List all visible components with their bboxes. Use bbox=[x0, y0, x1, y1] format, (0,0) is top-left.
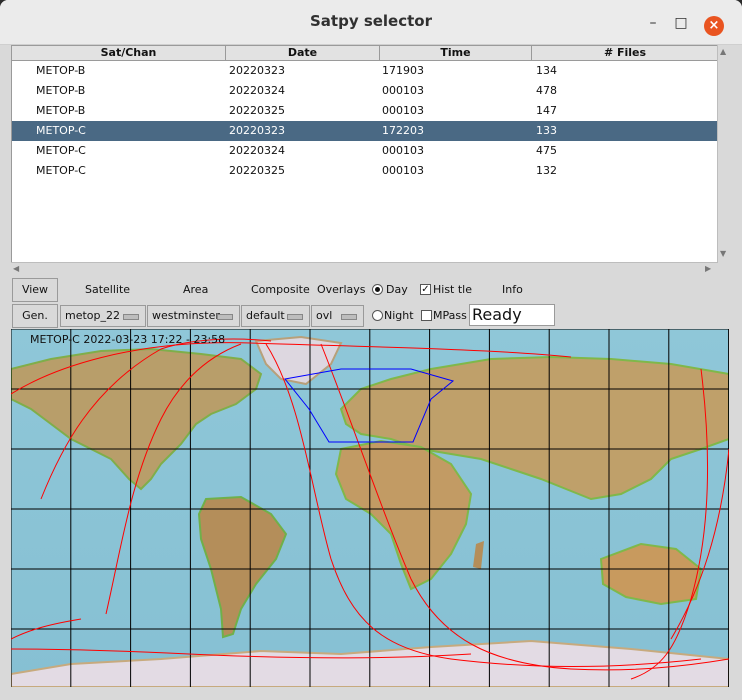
satellite-label: Satellite bbox=[85, 283, 131, 296]
table-cell: 20220324 bbox=[229, 84, 285, 97]
night-label: Night bbox=[384, 309, 414, 322]
table-cell: 171903 bbox=[382, 64, 424, 77]
table-cell: 20220325 bbox=[229, 104, 285, 117]
column-header-date[interactable]: Date bbox=[226, 46, 380, 60]
table-cell: 000103 bbox=[382, 104, 424, 117]
mpass-label: MPass bbox=[433, 309, 467, 322]
app-window: Satpy selector – □ × Sat/Chan Date Time … bbox=[0, 0, 742, 700]
overlays-value: ovl bbox=[316, 309, 333, 322]
day-radio[interactable] bbox=[372, 284, 383, 295]
dropdown-indicator-icon bbox=[217, 314, 233, 320]
hist-label: Hist tle bbox=[433, 283, 473, 296]
overlays-dropdown[interactable]: ovl bbox=[311, 305, 364, 327]
table-row[interactable]: METOP-C 20220325 000103 132 bbox=[12, 161, 718, 181]
map-canvas bbox=[11, 329, 729, 687]
table-row[interactable]: METOP-C 20220323 172203 133 bbox=[12, 121, 718, 141]
info-label: Info bbox=[502, 283, 523, 296]
hist-checkbox[interactable]: ✓ bbox=[420, 284, 431, 295]
table-cell: METOP-C bbox=[36, 164, 86, 177]
table-header: Sat/Chan Date Time # Files bbox=[12, 46, 718, 61]
dropdown-indicator-icon bbox=[341, 314, 357, 320]
night-radio[interactable] bbox=[372, 310, 383, 321]
column-header-files[interactable]: # Files bbox=[532, 46, 718, 60]
satellite-dropdown[interactable]: metop_22 bbox=[60, 305, 146, 327]
checkmark-icon: ✓ bbox=[421, 284, 430, 295]
table-cell: 20220325 bbox=[229, 164, 285, 177]
table-cell: 20220323 bbox=[229, 124, 285, 137]
composite-value: default bbox=[246, 309, 285, 322]
scroll-up-arrow-icon[interactable]: ▲ bbox=[720, 47, 726, 56]
scroll-right-arrow-icon[interactable]: ▶ bbox=[705, 264, 711, 273]
table-cell: METOP-B bbox=[36, 84, 86, 97]
composite-dropdown[interactable]: default bbox=[241, 305, 310, 327]
table-cell: METOP-B bbox=[36, 64, 86, 77]
table-cell: 172203 bbox=[382, 124, 424, 137]
table-cell: 478 bbox=[536, 84, 557, 97]
radio-selected-dot bbox=[375, 287, 380, 292]
table-cell: 147 bbox=[536, 104, 557, 117]
table-cell: 20220323 bbox=[229, 64, 285, 77]
composite-label: Composite bbox=[251, 283, 310, 296]
world-map[interactable] bbox=[11, 329, 729, 687]
window-title: Satpy selector bbox=[309, 12, 432, 30]
table-cell: 20220324 bbox=[229, 144, 285, 157]
dropdown-indicator-icon bbox=[287, 314, 303, 320]
table-cell: 475 bbox=[536, 144, 557, 157]
table-cell: METOP-C bbox=[36, 144, 86, 157]
table-cell: 000103 bbox=[382, 144, 424, 157]
area-dropdown[interactable]: westminster bbox=[147, 305, 240, 327]
file-table: Sat/Chan Date Time # Files METOP-B 202203… bbox=[11, 45, 719, 263]
table-horizontal-scrollbar[interactable]: ◀ ▶ bbox=[11, 262, 717, 275]
table-cell: METOP-B bbox=[36, 104, 86, 117]
map-caption: METOP-C 2022-03-23 17:22 - 23:58 bbox=[30, 333, 226, 346]
table-vertical-scrollbar[interactable]: ▲ ▼ bbox=[717, 45, 730, 263]
title-bar: Satpy selector – □ × bbox=[0, 0, 742, 45]
scroll-down-arrow-icon[interactable]: ▼ bbox=[720, 249, 726, 258]
dropdown-indicator-icon bbox=[123, 314, 139, 320]
day-label: Day bbox=[386, 283, 408, 296]
column-header-satchan[interactable]: Sat/Chan bbox=[32, 46, 226, 60]
table-cell: 000103 bbox=[382, 84, 424, 97]
column-header-time[interactable]: Time bbox=[380, 46, 532, 60]
maximize-button[interactable]: □ bbox=[672, 14, 690, 32]
overlays-label: Overlays bbox=[317, 283, 366, 296]
table-cell: 134 bbox=[536, 64, 557, 77]
table-row[interactable]: METOP-C 20220324 000103 475 bbox=[12, 141, 718, 161]
status-field: Ready bbox=[469, 304, 555, 326]
gen-button[interactable]: Gen. bbox=[12, 304, 58, 328]
area-label: Area bbox=[183, 283, 209, 296]
minimize-button[interactable]: – bbox=[644, 14, 662, 32]
table-cell: 133 bbox=[536, 124, 557, 137]
satellite-value: metop_22 bbox=[65, 309, 121, 322]
table-cell: 132 bbox=[536, 164, 557, 177]
area-value: westminster bbox=[152, 309, 220, 322]
mpass-checkbox[interactable] bbox=[421, 310, 432, 321]
table-row[interactable]: METOP-B 20220323 171903 134 bbox=[12, 61, 718, 81]
table-row[interactable]: METOP-B 20220324 000103 478 bbox=[12, 81, 718, 101]
scroll-left-arrow-icon[interactable]: ◀ bbox=[13, 264, 19, 273]
close-button[interactable]: × bbox=[704, 16, 724, 36]
table-cell: METOP-C bbox=[36, 124, 86, 137]
view-button[interactable]: View bbox=[12, 278, 58, 302]
table-cell: 000103 bbox=[382, 164, 424, 177]
table-row[interactable]: METOP-B 20220325 000103 147 bbox=[12, 101, 718, 121]
